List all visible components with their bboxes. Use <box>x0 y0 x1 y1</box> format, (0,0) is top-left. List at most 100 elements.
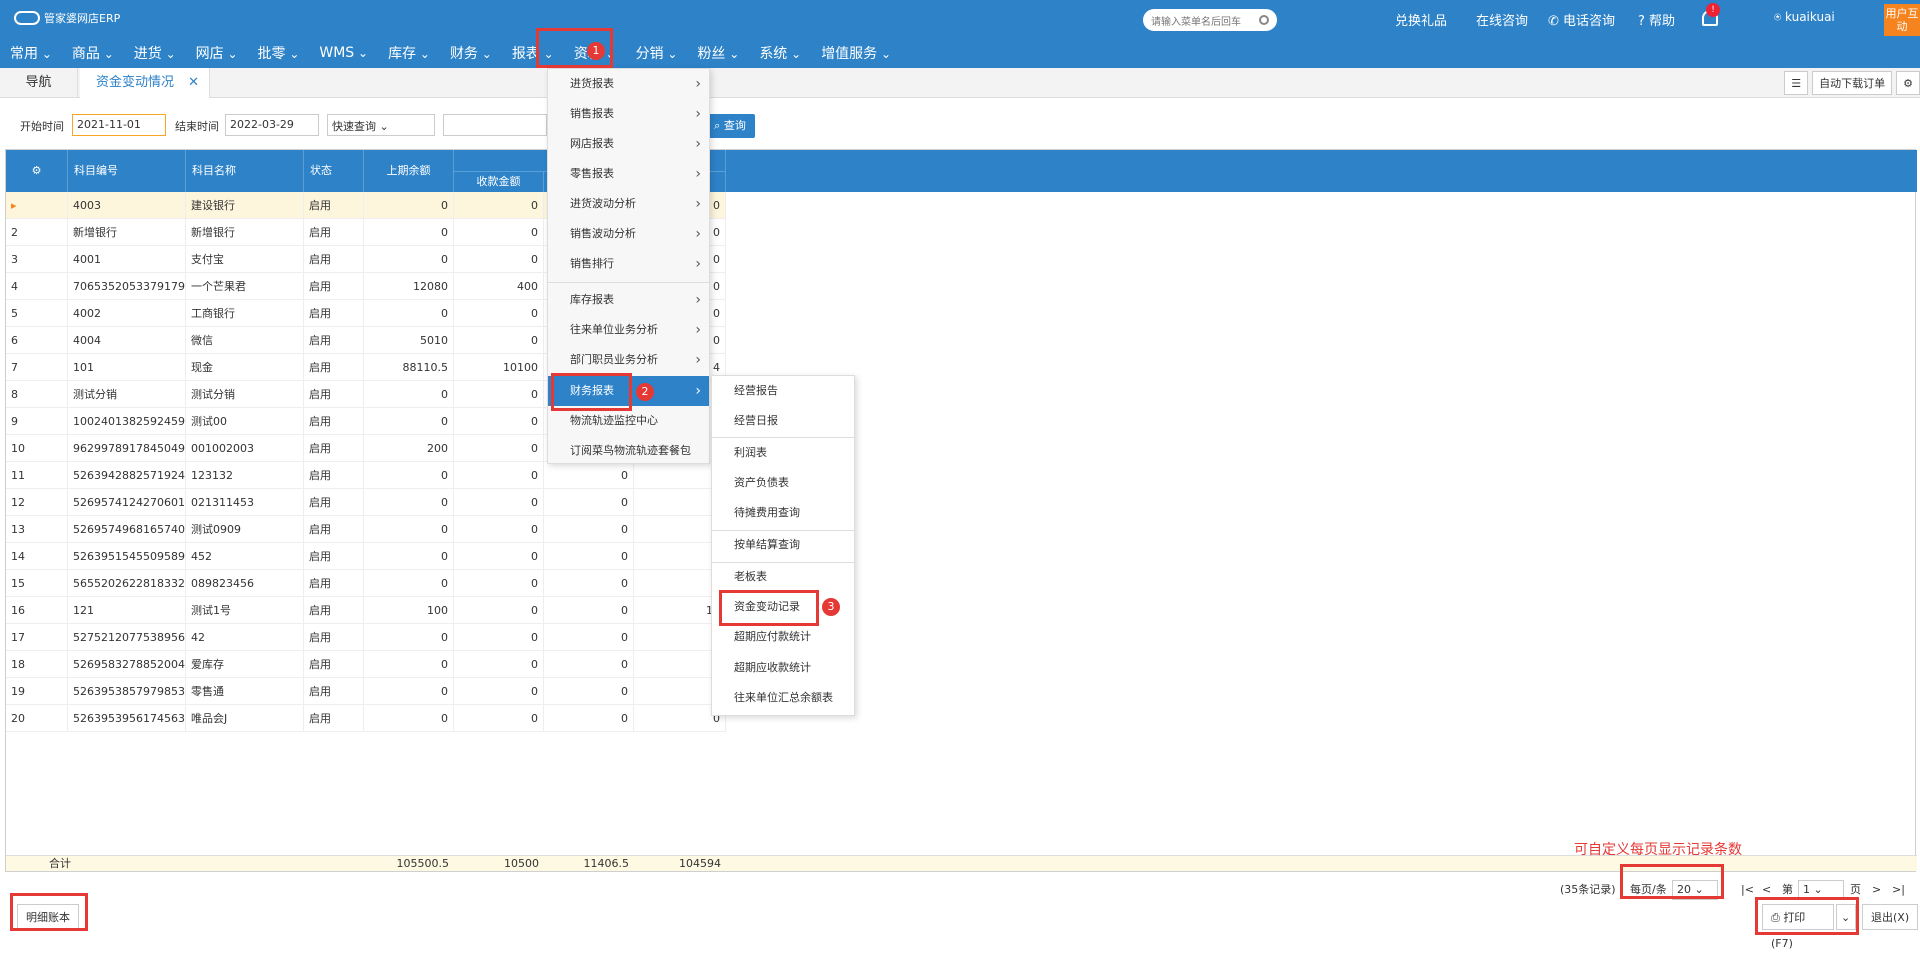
chevron-right-icon: › <box>695 352 701 368</box>
menu-staff-analysis[interactable]: 部门职员业务分析 › <box>548 345 709 375</box>
submenu-profit-statement[interactable]: 利润表 <box>712 438 854 468</box>
chevron-right-icon: › <box>695 196 701 212</box>
help-link[interactable]: ? 帮助 <box>1638 10 1675 29</box>
cell-no: 4 <box>6 273 68 300</box>
cell-name: 测试00 <box>186 408 304 435</box>
table-row[interactable]: 20526395395617456359唯品会J启用0000 <box>6 705 726 732</box>
cell-no: 14 <box>6 543 68 570</box>
col-receive-amount[interactable]: 收款金额 <box>454 172 544 192</box>
cell-code: 526958327885200423 <box>68 651 186 678</box>
table-row[interactable]: 14526395154550958971452启用000 <box>6 543 726 570</box>
cell-no: 12 <box>6 489 68 516</box>
cell-status: 启用 <box>304 489 364 516</box>
table-row[interactable]: 16121测试1号启用1000010 <box>6 597 726 624</box>
menu-cainiao-package[interactable]: 订阅菜鸟物流轨迹套餐包 <box>548 436 709 466</box>
menu-shop-report[interactable]: 网店报表 › <box>548 129 709 159</box>
auto-download-button[interactable]: 自动下载订单 <box>1812 71 1893 95</box>
quick-query-select[interactable]: 快速查询 ⌄ <box>327 114 435 136</box>
col-code[interactable]: 科目编号 <box>68 150 186 192</box>
last-page-button[interactable]: >| <box>1892 878 1905 902</box>
submenu-boss-table[interactable]: 老板表 <box>712 562 854 592</box>
menu-sales-fluctuation[interactable]: 销售波动分析 › <box>548 219 709 249</box>
nav-system[interactable]: 系统 <box>759 43 801 63</box>
submenu-amortized-expense[interactable]: 待摊费用查询 <box>712 498 854 528</box>
exit-button[interactable]: 退出(X) <box>1862 904 1919 930</box>
detail-ledger-button[interactable]: 明细账本 <box>17 904 79 930</box>
submenu-daily-report[interactable]: 经营日报 <box>712 406 854 436</box>
submenu-overdue-receivable[interactable]: 超期应收款统计 <box>712 653 854 683</box>
submenu-settlement-query[interactable]: 按单结算查询 <box>712 530 854 560</box>
next-page-button[interactable]: > <box>1872 878 1881 902</box>
nav-stock[interactable]: 库存 <box>388 43 430 63</box>
nav-shop[interactable]: 网店 <box>196 43 238 63</box>
nav-fans[interactable]: 粉丝 <box>697 43 739 63</box>
table-row[interactable]: 12526957412427060195021311453启用000 <box>6 489 726 516</box>
table-row[interactable]: 18526958327885200423爱库存启用000 <box>6 651 726 678</box>
cell-no: 11 <box>6 462 68 489</box>
menu-purchase-fluctuation[interactable]: 进货波动分析 › <box>548 189 709 219</box>
cell-recv: 0 <box>454 624 544 651</box>
tab-bar: 导航 资金变动情况 ✕ ☰ 自动下载订单 ⚙ <box>0 68 1920 98</box>
menu-logistics-monitor[interactable]: 物流轨迹监控中心 <box>548 406 709 436</box>
cell-name: 452 <box>186 543 304 570</box>
tab-fund-change[interactable]: 资金变动情况 ✕ <box>80 68 210 98</box>
prev-page-button[interactable]: < <box>1762 878 1771 902</box>
page-label: 第 <box>1782 883 1793 896</box>
submenu-partner-balance[interactable]: 往来单位汇总余额表 <box>712 683 854 713</box>
cell-status: 启用 <box>304 516 364 543</box>
cell-status: 启用 <box>304 705 364 732</box>
start-time-label: 开始时间 <box>20 120 64 133</box>
end-date-input[interactable]: 2022-03-29 <box>225 114 319 136</box>
keyword-input[interactable] <box>443 114 547 136</box>
page-select[interactable]: 1 ⌄ <box>1798 880 1844 900</box>
table-row[interactable]: 13526957496816574009测试0909启用000 <box>6 516 726 543</box>
submenu-overdue-payable[interactable]: 超期应付款统计 <box>712 622 854 652</box>
nav-value-added[interactable]: 增值服务 <box>821 43 891 63</box>
table-row[interactable]: 1752752120775389563742启用000 <box>6 624 726 651</box>
per-page-select[interactable]: 20 ⌄ <box>1672 880 1718 900</box>
print-dropdown-chevron-down-icon[interactable]: ⌄ <box>1836 904 1856 930</box>
redeem-gift-link[interactable]: 兑换礼品 <box>1395 10 1447 29</box>
submenu-business-report[interactable]: 经营报告 <box>712 376 854 406</box>
cell-recv: 0 <box>454 300 544 327</box>
close-icon[interactable]: ✕ <box>188 68 199 98</box>
column-settings-gear-icon[interactable]: ⚙ <box>6 150 68 192</box>
nav-goods[interactable]: 商品 <box>72 43 114 63</box>
menu-purchase-report[interactable]: 进货报表 › <box>548 69 709 99</box>
phone-consult-link[interactable]: ✆ 电话咨询 <box>1548 10 1615 29</box>
cell-name: 测试分销 <box>186 381 304 408</box>
nav-changyong[interactable]: 常用 <box>10 43 52 63</box>
menu-search-input[interactable]: 请输入菜单名后回车 <box>1143 9 1277 31</box>
first-page-button[interactable]: |< <box>1741 878 1754 902</box>
menu-sales-ranking[interactable]: 销售排行 › <box>548 249 709 279</box>
col-status[interactable]: 状态 <box>304 150 364 192</box>
gear-icon[interactable]: ⚙ <box>1896 71 1920 95</box>
list-icon[interactable]: ☰ <box>1784 71 1809 95</box>
nav-finance[interactable]: 财务 <box>450 43 492 63</box>
start-date-input[interactable]: 2021-11-01 <box>72 114 166 136</box>
nav-distribution[interactable]: 分销 <box>636 43 678 63</box>
nav-wms[interactable]: WMS <box>319 45 368 61</box>
col-name[interactable]: 科目名称 <box>186 150 304 192</box>
tab-navigation[interactable]: 导航 <box>0 68 78 98</box>
query-button[interactable]: ⌕ 查询 <box>705 114 755 138</box>
table-row[interactable]: 19526395385797985389零售通启用000 <box>6 678 726 705</box>
menu-finance-report[interactable]: 财务报表 › <box>548 376 709 406</box>
col-prev-balance[interactable]: 上期余额 <box>364 150 454 192</box>
nav-purchase[interactable]: 进货 <box>134 43 176 63</box>
user-menu[interactable]: ⍟ kuaikuai <box>1774 10 1835 25</box>
online-consult-link[interactable]: 在线咨询 <box>1476 10 1528 29</box>
nav-reports[interactable]: 报表 <box>512 43 554 63</box>
table-row[interactable]: 15565520262281833274089823456启用000 <box>6 570 726 597</box>
table-row[interactable]: 11526394288257192431123132启用000 <box>6 462 726 489</box>
print-button[interactable]: ⎙ 打印(F7) <box>1762 904 1834 950</box>
submenu-balance-sheet[interactable]: 资产负债表 <box>712 468 854 498</box>
nav-wholesale[interactable]: 批零 <box>258 43 300 63</box>
search-icon[interactable] <box>1259 15 1269 25</box>
app-logo[interactable]: 管家婆网店ERP <box>14 10 120 26</box>
menu-sales-report[interactable]: 销售报表 › <box>548 99 709 129</box>
menu-retail-report[interactable]: 零售报表 › <box>548 159 709 189</box>
user-interact-button[interactable]: 用户互动 <box>1884 4 1920 36</box>
menu-partner-analysis[interactable]: 往来单位业务分析 › <box>548 315 709 345</box>
menu-stock-report[interactable]: 库存报表 › <box>548 285 709 315</box>
